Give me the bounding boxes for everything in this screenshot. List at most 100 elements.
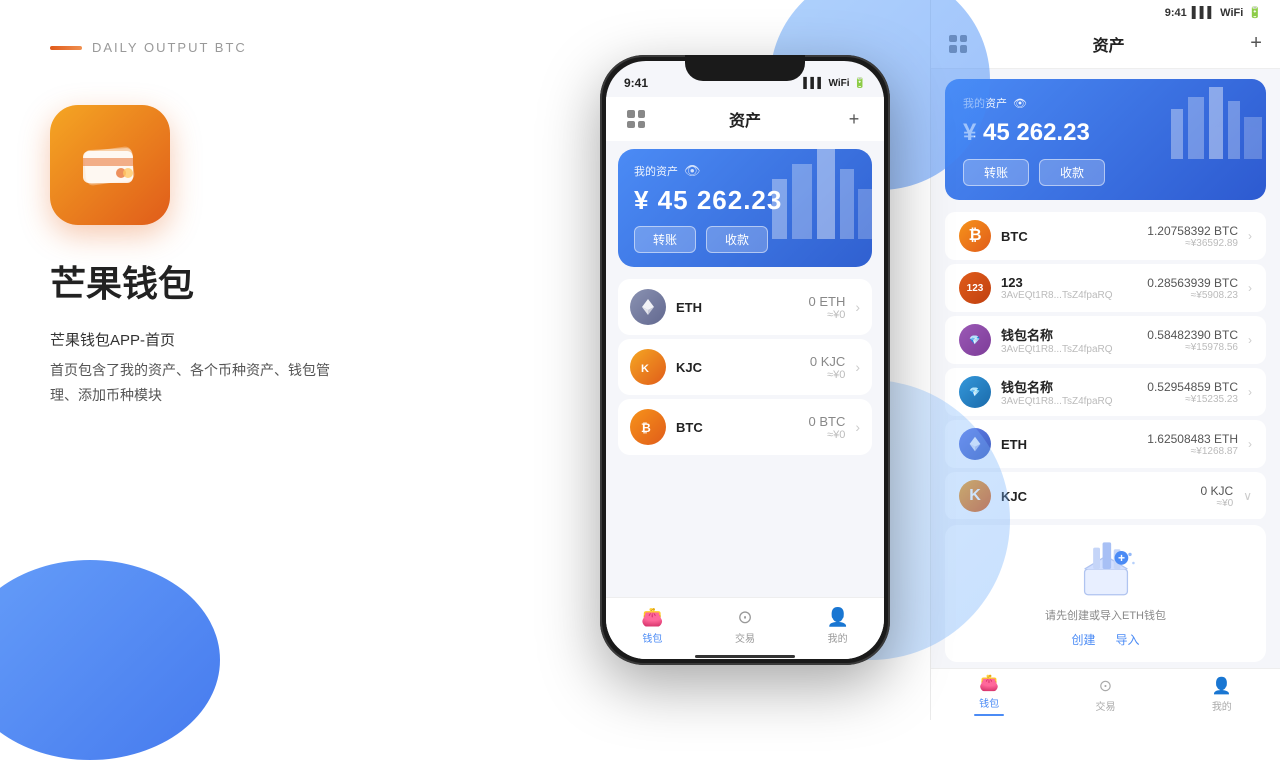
- wallet-tab-label: 钱包: [642, 630, 662, 645]
- right-123-amount: 0.28563939 BTC ≈¥5908.23: [1147, 276, 1238, 301]
- phone-nav-grid[interactable]: [622, 105, 650, 133]
- kjc-chevron-icon: ›: [855, 359, 860, 375]
- eth-prompt-text: 请先创建或导入ETH钱包: [1045, 607, 1166, 623]
- right-wallet-tab-label: 钱包: [979, 695, 999, 710]
- right-kjc-chevron: ∨: [1243, 489, 1252, 503]
- right-wifi: WiFi: [1220, 7, 1243, 19]
- right-coin-btc[interactable]: ₿ BTC 1.20758392 BTC ≈¥36592.89 ›: [945, 212, 1266, 260]
- phone-section: 9:41 ▌▌▌ WiFi 🔋 资产 +: [560, 0, 930, 720]
- svg-text:+: +: [1118, 551, 1125, 565]
- right-tab-wallet[interactable]: 👛 钱包: [931, 669, 1047, 720]
- right-btc-logo: ₿: [959, 220, 991, 252]
- phone-eye-icon[interactable]: 👁: [684, 163, 701, 179]
- app-icon-svg: [75, 135, 145, 195]
- right-wallet2-amount: 0.52954859 BTC ≈¥15235.23: [1147, 380, 1238, 405]
- wallet-tab-icon: 👛: [641, 607, 663, 628]
- right-mine-tab-label: 我的: [1212, 698, 1232, 713]
- phone-kjc-info: KJC: [676, 360, 800, 375]
- phone-frame: 9:41 ▌▌▌ WiFi 🔋 资产 +: [600, 55, 890, 665]
- phone-inner: 9:41 ▌▌▌ WiFi 🔋 资产 +: [606, 61, 884, 659]
- eth-import-link[interactable]: 导入: [1116, 631, 1140, 648]
- signal-icon: ▌▌▌: [803, 78, 824, 89]
- phone-receive-btn[interactable]: 收款: [706, 226, 768, 253]
- right-btc-info: BTC: [1001, 229, 1137, 244]
- right-wallet1-info: 钱包名称 3AvEQt1R8...TsZ4fpaRQ: [1001, 325, 1137, 355]
- phone-coin-kjc[interactable]: K KJC 0 KJC ≈¥0 ›: [618, 339, 872, 395]
- phone-home-indicator: [606, 653, 884, 659]
- right-trade-tab-label: 交易: [1095, 698, 1115, 713]
- right-transfer-btn[interactable]: 转账: [963, 159, 1029, 186]
- trade-tab-label: 交易: [735, 630, 755, 645]
- blob-decoration: [0, 560, 220, 760]
- brand-subtitle: DAILY OUTPUT BTC: [92, 40, 247, 55]
- mine-tab-label: 我的: [828, 630, 848, 645]
- right-tabs: 👛 钱包 ⊙ 交易 👤 我的: [931, 668, 1280, 720]
- right-btc-amount: 1.20758392 BTC ≈¥36592.89: [1147, 224, 1238, 249]
- battery-icon: 🔋: [854, 78, 866, 89]
- svg-text:K: K: [641, 363, 649, 375]
- right-kjc-info: KJC: [1001, 489, 1191, 504]
- phone-transfer-btn[interactable]: 转账: [634, 226, 696, 253]
- right-status-bar: 9:41 ▌▌▌ WiFi 🔋: [931, 0, 1280, 19]
- phone-content: 我的资产 👁 ¥ 45 262.23 转账 收款: [606, 141, 884, 597]
- phone-tab-mine[interactable]: 👤 我的: [791, 598, 884, 653]
- right-btc-chevron: ›: [1248, 229, 1252, 243]
- eth-prompt-links: 创建 导入: [1071, 631, 1139, 648]
- right-tab-trade[interactable]: ⊙ 交易: [1047, 669, 1163, 720]
- phone-status-icons: ▌▌▌ WiFi 🔋: [803, 78, 866, 89]
- right-asset-city-bg: [1166, 79, 1266, 159]
- app-desc-text: 首页包含了我的资产、各个币种资产、钱包管理、添加币种模块: [50, 358, 510, 408]
- right-tab-active-indicator: [974, 714, 1004, 716]
- phone-coin-btc[interactable]: ₿ BTC 0 BTC ≈¥0 ›: [618, 399, 872, 455]
- right-mine-tab-icon: 👤: [1212, 676, 1232, 696]
- eth-logo: [630, 289, 666, 325]
- right-receive-btn[interactable]: 收款: [1039, 159, 1105, 186]
- right-asset-label: 我的资产 👁: [963, 95, 1248, 111]
- app-desc-block: 芒果钱包APP-首页 首页包含了我的资产、各个币种资产、钱包管理、添加币种模块: [50, 327, 510, 408]
- right-eth-info: ETH: [1001, 437, 1137, 452]
- right-eye-icon[interactable]: 👁: [1013, 97, 1027, 110]
- right-kjc-amount: 0 KJC ≈¥0: [1201, 484, 1234, 509]
- right-coin-wallet2[interactable]: 💎 钱包名称 3AvEQt1R8...TsZ4fpaRQ 0.52954859 …: [945, 368, 1266, 416]
- brand-bar: DAILY OUTPUT BTC: [50, 40, 510, 55]
- right-coin-123[interactable]: 123 123 3AvEQt1R8...TsZ4fpaRQ 0.28563939…: [945, 264, 1266, 312]
- brand-line: [50, 46, 82, 50]
- phone-time: 9:41: [624, 76, 648, 90]
- left-section: DAILY OUTPUT BTC 芒果钱包 芒果钱包APP-首页 首页包含了我的…: [0, 0, 560, 720]
- right-time: 9:41: [1165, 7, 1187, 19]
- phone-asset-card: 我的资产 👁 ¥ 45 262.23 转账 收款: [618, 149, 872, 267]
- right-signal: ▌▌▌: [1192, 7, 1215, 19]
- home-indicator-bar: [695, 655, 795, 658]
- right-nav-add[interactable]: +: [1250, 32, 1262, 55]
- trade-tab-icon: ⊙: [737, 607, 752, 628]
- svg-text:₿: ₿: [641, 421, 651, 435]
- right-wallet1-logo: 💎: [959, 324, 991, 356]
- right-asset-buttons: 转账 收款: [963, 159, 1248, 186]
- right-123-logo: 123: [959, 272, 991, 304]
- right-battery: 🔋: [1248, 6, 1262, 19]
- phone-btc-name: BTC: [676, 420, 798, 435]
- eth-create-link[interactable]: 创建: [1071, 631, 1095, 648]
- app-name: 芒果钱包: [50, 255, 510, 307]
- right-123-chevron: ›: [1248, 281, 1252, 295]
- phone-eth-amount: 0 ETH ≈¥0: [808, 294, 845, 321]
- phone-coin-eth[interactable]: ETH 0 ETH ≈¥0 ›: [618, 279, 872, 335]
- right-coin-wallet1[interactable]: 💎 钱包名称 3AvEQt1R8...TsZ4fpaRQ 0.58482390 …: [945, 316, 1266, 364]
- phone-kjc-amount: 0 KJC ≈¥0: [810, 354, 845, 381]
- app-desc-title: 芒果钱包APP-首页: [50, 327, 510, 354]
- right-asset-card: 我的资产 👁 ¥ 45 262.23 转账 收款: [945, 79, 1266, 200]
- right-wallet1-amount: 0.58482390 BTC ≈¥15978.56: [1147, 328, 1238, 353]
- phone-nav-add[interactable]: +: [840, 105, 868, 133]
- eth-prompt-icon-svg: +: [1071, 539, 1141, 599]
- app-icon-wrapper: [50, 105, 510, 225]
- btc-logo: ₿: [630, 409, 666, 445]
- right-tab-mine[interactable]: 👤 我的: [1164, 669, 1280, 720]
- mine-tab-icon: 👤: [826, 607, 848, 628]
- phone-btc-info: BTC: [676, 420, 798, 435]
- phone-notch: [685, 55, 805, 81]
- phone-tab-trade[interactable]: ⊙ 交易: [699, 598, 792, 653]
- right-eth-amount: 1.62508483 ETH ≈¥1268.87: [1147, 432, 1238, 457]
- phone-coin-list: ETH 0 ETH ≈¥0 › K KJC: [606, 275, 884, 597]
- phone-tab-wallet[interactable]: 👛 钱包: [606, 598, 699, 653]
- app-icon: [50, 105, 170, 225]
